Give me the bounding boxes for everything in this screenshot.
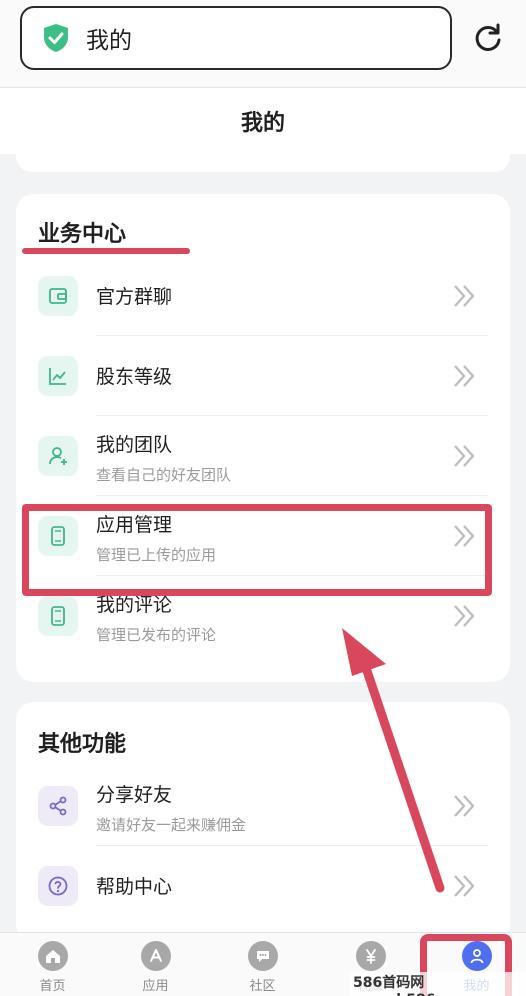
other-functions-card: 其他功能 分享好友 邀请好友一起来赚佣金 帮助中心 — [16, 702, 510, 942]
menu-item-label: 我的团队 — [96, 434, 173, 456]
wallet-icon — [38, 276, 78, 316]
address-text: 我的 — [86, 28, 132, 54]
line-chart-icon — [38, 356, 78, 396]
nav-tab-label: 社区 — [249, 979, 276, 994]
menu-item-label: 帮助中心 — [96, 876, 173, 898]
profile-card-bottom — [16, 154, 510, 172]
help-icon — [38, 866, 78, 906]
nav-tab-home[interactable]: 首页 — [0, 933, 105, 996]
page-header: 我的 — [0, 88, 526, 154]
double-chevron-right-icon — [454, 795, 475, 817]
nav-tab-apps[interactable]: 应用 — [103, 933, 208, 996]
menu-item-official-group[interactable]: 官方群聊 — [16, 256, 510, 336]
menu-item-label: 分享好友 — [96, 784, 173, 806]
app-store-icon — [140, 941, 171, 971]
menu-item-subtitle: 查看自己的好友团队 — [96, 466, 232, 484]
watermark: 586首码网 www.h586.com — [350, 972, 526, 996]
add-user-icon — [38, 436, 78, 476]
double-chevron-right-icon — [454, 445, 475, 467]
nav-tab-label: 首页 — [39, 979, 66, 994]
nav-tab-community[interactable]: 社区 — [210, 933, 315, 996]
address-bar[interactable]: 我的 — [20, 6, 452, 70]
browser-top-bar: 我的 — [0, 0, 526, 88]
highlight-box-annotation — [22, 504, 492, 596]
double-chevron-right-icon — [454, 605, 475, 627]
business-center-card: 业务中心 官方群聊 股东等级 我的团队 查看自己的好友团队 应用管理 管理已上传… — [16, 194, 510, 682]
menu-item-label: 官方群聊 — [96, 286, 173, 308]
double-chevron-right-icon — [454, 875, 475, 897]
menu-item-subtitle: 邀请好友一起来赚佣金 — [96, 816, 247, 834]
yen-icon — [355, 941, 386, 971]
shield-check-icon — [44, 24, 68, 52]
nav-tab-label: 应用 — [142, 979, 169, 994]
menu-item-shareholder-level[interactable]: 股东等级 — [16, 336, 510, 416]
double-chevron-right-icon — [454, 285, 475, 307]
home-icon — [37, 941, 68, 971]
menu-item-subtitle: 管理已发布的评论 — [96, 626, 217, 644]
page-title: 我的 — [240, 111, 285, 136]
menu-item-my-team[interactable]: 我的团队 查看自己的好友团队 — [16, 416, 510, 496]
double-chevron-right-icon — [454, 365, 475, 387]
menu-item-help-center[interactable]: 帮助中心 — [16, 846, 510, 926]
section-title-other: 其他功能 — [38, 732, 127, 757]
phone-icon — [38, 596, 78, 636]
menu-item-share-friends[interactable]: 分享好友 邀请好友一起来赚佣金 — [16, 766, 510, 846]
chat-icon — [247, 941, 278, 971]
menu-item-label: 股东等级 — [96, 366, 173, 388]
share-icon — [38, 786, 78, 826]
reload-icon[interactable] — [472, 22, 504, 54]
section-title-business: 业务中心 — [38, 222, 127, 247]
title-underline-annotation — [22, 248, 190, 254]
